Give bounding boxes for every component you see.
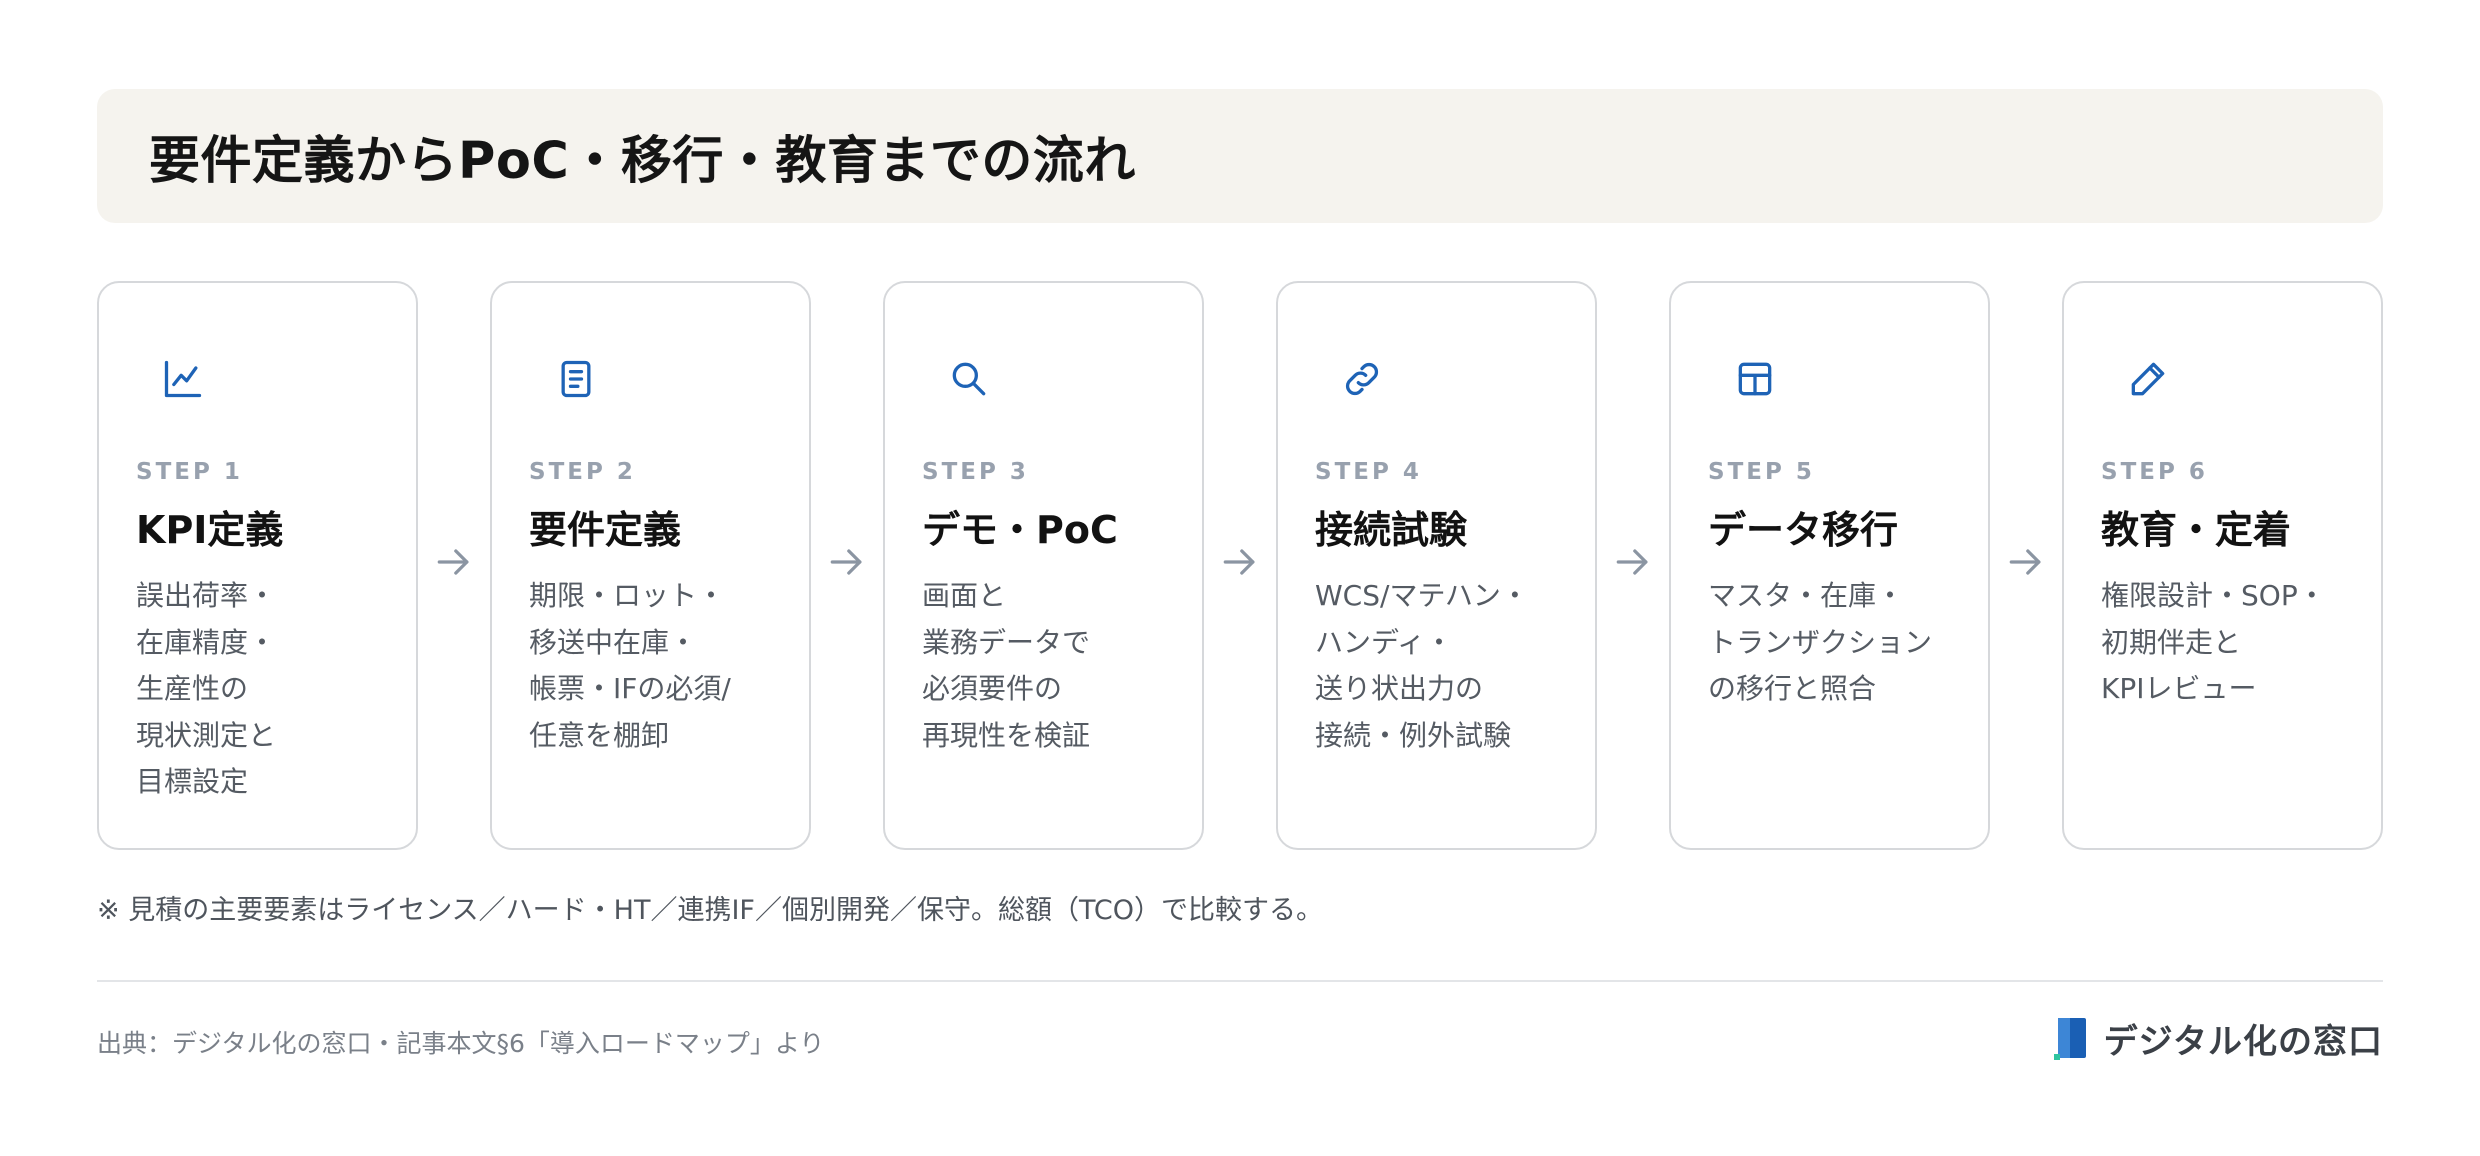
step-title: 接続試験 [1315,508,1468,552]
step-label: STEP 2 [529,459,636,485]
step-label: STEP 5 [1708,459,1815,485]
document-icon [554,357,598,401]
step-card-4: STEP 4 接続試験 WCS/マテハン・ ハンディ・ 送り状出力の 接続・例外試験 [1276,281,1597,850]
arrow-right-icon [1218,540,1262,584]
step-description: マスタ・在庫・ トランザクション の移行と照合 [1708,579,1933,705]
step-title: 要件定義 [529,508,682,552]
step-card-2: STEP 2 要件定義 期限・ロット・ 移送中在庫・ 帳票・IFの必須/任意を棚卸 [490,281,811,850]
brand-logo: デジタル化の窓口 [2053,1012,2383,1064]
logo-name: デジタル化の窓口 [2103,1021,2383,1062]
steps-flow: STEP 1 KPI定義 誤出荷率・ 在庫精度・ 生産性の 現状測定と 目標設定 STE… [97,281,2383,850]
arrow-right-icon [2004,540,2048,584]
step-description: 誤出荷率・ 在庫精度・ 生産性の 現状測定と 目標設定 [136,579,277,798]
line-chart-icon [161,357,205,401]
arrow-right-icon [432,540,476,584]
step-card-1: STEP 1 KPI定義 誤出荷率・ 在庫精度・ 生産性の 現状測定と 目標設定 [97,281,418,850]
step-description: 期限・ロット・ 移送中在庫・ 帳票・IFの必須/任意を棚卸 [529,579,731,752]
search-icon [947,357,991,401]
step-title: データ移行 [1708,508,1899,552]
step-card-3: STEP 3 デモ・PoC 画面と 業務データで 必須要件の 再現性を検証 [883,281,1204,850]
step-label: STEP 3 [922,459,1029,485]
step-card-5: STEP 5 データ移行 マスタ・在庫・ トランザクション の移行と照合 [1669,281,1990,850]
step-description: WCS/マテハン・ ハンディ・ 送り状出力の 接続・例外試験 [1315,579,1529,752]
step-label: STEP 1 [136,459,243,485]
arrow-right-icon [1611,540,1655,584]
logo-mark-icon [2053,1014,2090,1062]
step-description: 画面と 業務データで 必須要件の 再現性を検証 [922,579,1091,752]
page-title: 要件定義からPoC・移行・教育までの流れ [149,132,1136,191]
step-description: 権限設計・SOP・ 初期伴走と KPIレビュー [2101,579,2326,705]
step-label: STEP 4 [1315,459,1422,485]
step-title: KPI定義 [136,508,284,552]
step-title: 教育・定着 [2101,508,2292,552]
arrow-right-icon [825,540,869,584]
step-card-6: STEP 6 教育・定着 権限設計・SOP・ 初期伴走と KPIレビュー [2062,281,2383,850]
step-label: STEP 6 [2101,459,2208,485]
source-citation: 出典：デジタル化の窓口・記事本文§6「導入ロードマップ」より [97,1029,825,1058]
table-icon [1733,357,1777,401]
estimate-note: ※ 見積の主要要素はライセンス／ハード・HT／連携IF／個別開発／保守。総額（T… [97,895,1323,926]
step-title: デモ・PoC [922,508,1118,552]
divider [97,980,2383,982]
title-banner: 要件定義からPoC・移行・教育までの流れ [97,89,2383,223]
pencil-icon [2126,357,2170,401]
link-icon [1340,357,1384,401]
